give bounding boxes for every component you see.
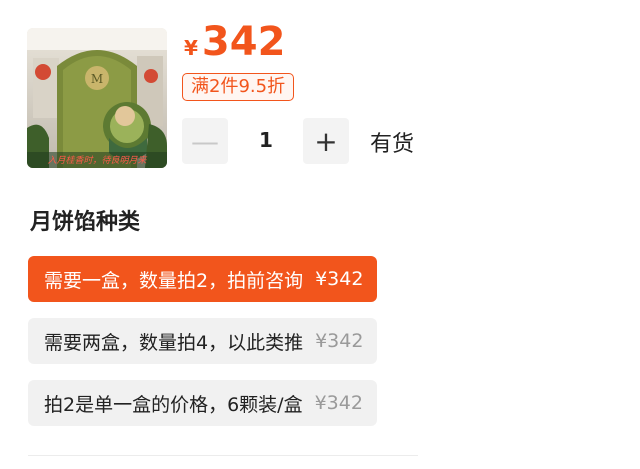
section-title: 月饼馅种类	[30, 210, 141, 235]
option-price: ¥342	[315, 268, 364, 290]
option-price: ¥342	[314, 392, 363, 414]
option-label: 需要一盒，数量拍2，拍前咨询	[44, 269, 304, 292]
option-label: 需要两盒，数量拍4，以此类推	[44, 331, 304, 354]
price-display: ¥ 342	[184, 22, 285, 62]
quantity-increase-button[interactable]: +	[303, 118, 349, 164]
price-amount: 342	[201, 19, 286, 65]
option-chip-2[interactable]: 需要两盒，数量拍4，以此类推 ¥342	[28, 318, 378, 364]
quantity-decrease-button[interactable]: —	[182, 118, 228, 164]
option-label: 拍2是单一盒的价格，6颗装/盒	[44, 393, 303, 416]
divider	[28, 455, 418, 456]
quantity-value[interactable]: 1	[246, 128, 286, 152]
mooncake-gift-box-image: M	[27, 28, 167, 168]
option-chip-3[interactable]: 拍2是单一盒的价格，6颗装/盒 ¥342	[28, 380, 377, 426]
option-chip-1[interactable]: 需要一盒，数量拍2，拍前咨询 ¥342	[28, 256, 378, 302]
currency-symbol: ¥	[184, 36, 198, 60]
image-caption: 入月桂香时，待良明月来	[47, 156, 147, 166]
option-price: ¥342	[315, 330, 364, 352]
promo-badge: 满2件9.5折	[182, 73, 295, 101]
minus-icon: —	[191, 124, 219, 158]
product-thumbnail[interactable]: M 入月桂香时，待良明月来	[27, 28, 167, 168]
stock-status: 有货	[370, 132, 415, 157]
plus-icon: +	[314, 124, 338, 158]
svg-text:M: M	[91, 72, 103, 86]
